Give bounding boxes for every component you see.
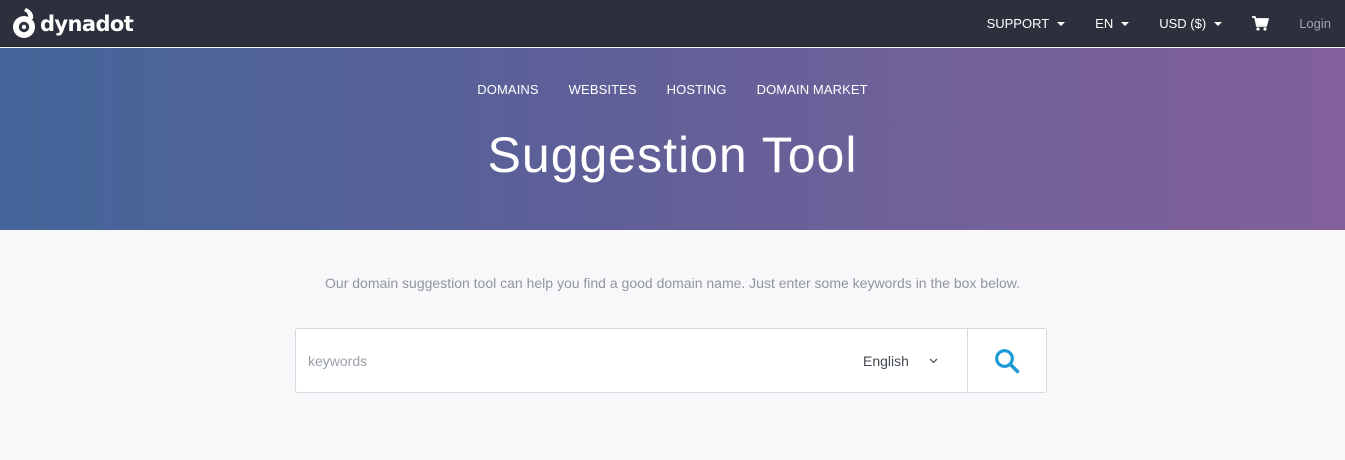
caret-down-icon bbox=[1057, 21, 1066, 26]
cart-button[interactable] bbox=[1252, 16, 1270, 31]
nav-domain-market[interactable]: DOMAIN MARKET bbox=[757, 82, 868, 97]
nav-hosting[interactable]: HOSTING bbox=[667, 82, 727, 97]
language-select-value: English bbox=[863, 352, 909, 369]
dynadot-logo-icon bbox=[13, 8, 35, 38]
tool-description: Our domain suggestion tool can help you … bbox=[325, 275, 1020, 291]
topbar-actions: SUPPORT EN USD ($) Login bbox=[987, 0, 1331, 47]
language-menu[interactable]: EN bbox=[1095, 16, 1130, 31]
currency-label: USD ($) bbox=[1159, 16, 1207, 31]
support-label: SUPPORT bbox=[986, 16, 1050, 31]
hero-banner: DOMAINS WEBSITES HOSTING DOMAIN MARKET S… bbox=[0, 48, 1345, 230]
currency-menu[interactable]: USD ($) bbox=[1159, 16, 1223, 31]
search-icon bbox=[995, 348, 1020, 373]
nav-domains[interactable]: DOMAINS bbox=[477, 82, 538, 97]
keywords-input[interactable] bbox=[296, 329, 857, 392]
cart-icon bbox=[1252, 16, 1270, 31]
suggestion-search-box: English bbox=[295, 328, 1047, 393]
language-label: EN bbox=[1095, 16, 1114, 31]
support-menu[interactable]: SUPPORT bbox=[987, 16, 1066, 31]
page-title: Suggestion Tool bbox=[487, 127, 858, 183]
chevron-down-icon bbox=[929, 358, 938, 363]
search-button[interactable] bbox=[967, 329, 1046, 392]
brand-name: dynadot bbox=[40, 11, 134, 36]
nav-websites[interactable]: WEBSITES bbox=[569, 82, 637, 97]
login-link[interactable]: Login bbox=[1299, 16, 1331, 31]
caret-down-icon bbox=[1121, 21, 1130, 26]
top-navbar: dynadot SUPPORT EN USD ($) Login bbox=[0, 0, 1345, 47]
caret-down-icon bbox=[1214, 21, 1223, 26]
brand-logo[interactable]: dynadot bbox=[12, 7, 134, 40]
product-nav: DOMAINS WEBSITES HOSTING DOMAIN MARKET bbox=[0, 82, 1345, 97]
language-select[interactable]: English bbox=[857, 329, 967, 392]
